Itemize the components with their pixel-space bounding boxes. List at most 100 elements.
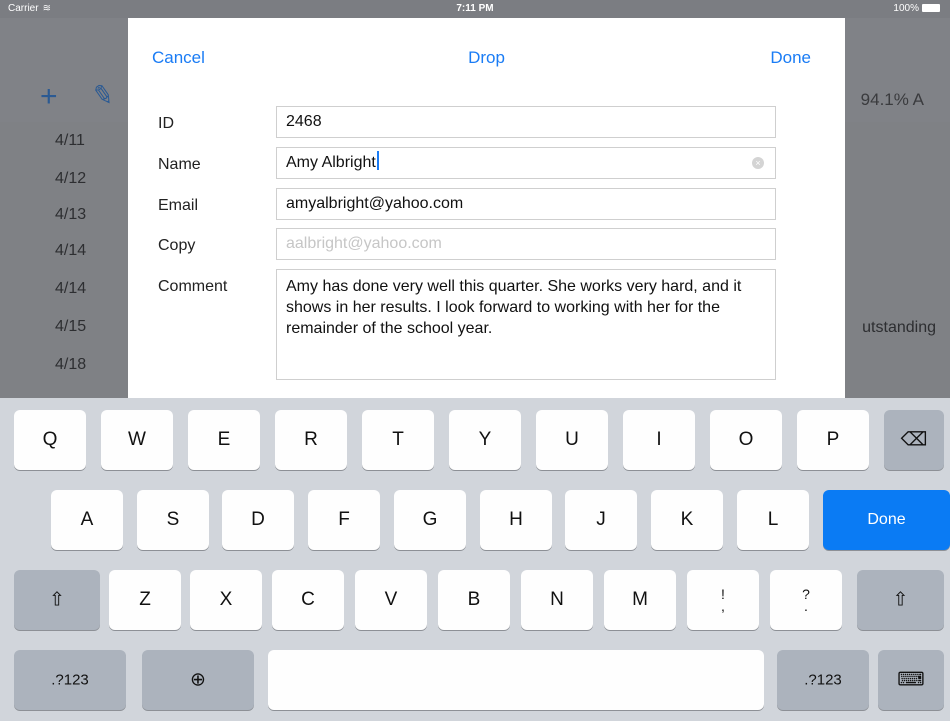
pencil-icon: ✎ <box>89 78 117 112</box>
add-icon: + <box>40 80 58 113</box>
date-cell: 4/15 <box>55 318 87 335</box>
background-comment-snippet: utstanding <box>862 319 936 336</box>
copy-placeholder: aalbright@yahoo.com <box>286 235 442 252</box>
key-label: Z <box>139 589 151 610</box>
key-f[interactable]: F <box>308 490 380 550</box>
copy-field[interactable]: aalbright@yahoo.com <box>276 228 776 260</box>
key-y[interactable]: Y <box>449 410 521 470</box>
comment-textarea[interactable]: Amy has done very well this quarter. She… <box>276 269 776 380</box>
status-bar: Carrier ≋ 7:11 PM 100% <box>0 0 950 18</box>
key-label: X <box>219 589 233 610</box>
key-c[interactable]: C <box>272 570 344 630</box>
key-label: A <box>80 509 94 530</box>
shift-icon: ⇧ <box>49 589 65 611</box>
email-value: amyalbright@yahoo.com <box>286 195 464 212</box>
key-label: O <box>738 429 754 450</box>
key-exclamation-comma[interactable]: !, <box>687 570 759 630</box>
key-label: C <box>301 589 315 610</box>
numbers-key-right[interactable]: .?123 <box>777 650 869 710</box>
date-cell: 4/13 <box>55 206 87 223</box>
key-p[interactable]: P <box>797 410 869 470</box>
key-label: P <box>826 429 840 450</box>
key-label: T <box>392 429 404 450</box>
battery-indicator: 100% <box>893 3 940 14</box>
numbers-key-left[interactable]: .?123 <box>14 650 126 710</box>
key-label: K <box>680 509 694 530</box>
key-label: .?123 <box>51 671 89 689</box>
modal-header: Cancel Drop Done <box>128 18 845 96</box>
key-q[interactable]: Q <box>14 410 86 470</box>
keyboard-done-key[interactable]: Done <box>823 490 950 550</box>
key-label: B <box>467 589 481 610</box>
key-l[interactable]: L <box>737 490 809 550</box>
key-z[interactable]: Z <box>109 570 181 630</box>
key-label: F <box>338 509 350 530</box>
comment-label: Comment <box>158 278 228 295</box>
key-question-period[interactable]: ?. <box>770 570 842 630</box>
id-value: 2468 <box>286 113 322 130</box>
email-label: Email <box>158 197 199 214</box>
dismiss-keyboard-key[interactable]: ⌨ <box>878 650 944 710</box>
key-o[interactable]: O <box>710 410 782 470</box>
shift-key-left[interactable]: ⇧ <box>14 570 100 630</box>
name-value: Amy Albright <box>286 154 376 171</box>
drop-modal: Cancel Drop Done ID 2468 Name Amy Albrig… <box>128 18 845 398</box>
keyboard-dismiss-icon: ⌨ <box>897 669 925 691</box>
text-cursor <box>376 151 379 170</box>
key-v[interactable]: V <box>355 570 427 630</box>
battery-icon <box>922 4 940 13</box>
battery-percent: 100% <box>893 3 919 14</box>
key-label: Done <box>867 511 906 528</box>
key-j[interactable]: J <box>565 490 637 550</box>
backspace-key[interactable]: ⌫ <box>884 410 944 470</box>
key-label: S <box>166 509 180 530</box>
key-i[interactable]: I <box>623 410 695 470</box>
globe-icon: ⊕ <box>190 669 206 691</box>
key-label: W <box>128 429 146 450</box>
key-label: M <box>632 589 648 610</box>
key-label: R <box>304 429 318 450</box>
key-label: L <box>767 509 779 530</box>
copy-label: Copy <box>158 237 196 254</box>
key-a[interactable]: A <box>51 490 123 550</box>
date-cell: 4/11 <box>55 132 85 149</box>
key-g[interactable]: G <box>394 490 466 550</box>
key-h[interactable]: H <box>480 490 552 550</box>
key-label-bottom: , <box>721 598 725 614</box>
name-field[interactable]: Amy Albright × <box>276 147 776 179</box>
key-x[interactable]: X <box>190 570 262 630</box>
key-label: D <box>251 509 265 530</box>
drop-button[interactable]: Drop <box>128 48 845 68</box>
done-button[interactable]: Done <box>770 48 811 68</box>
space-bar[interactable] <box>268 650 764 710</box>
key-w[interactable]: W <box>101 410 173 470</box>
status-time: 7:11 PM <box>456 3 494 14</box>
key-r[interactable]: R <box>275 410 347 470</box>
key-label: G <box>422 509 438 530</box>
key-k[interactable]: K <box>651 490 723 550</box>
key-n[interactable]: N <box>521 570 593 630</box>
key-u[interactable]: U <box>536 410 608 470</box>
key-d[interactable]: D <box>222 490 294 550</box>
backspace-icon: ⌫ <box>900 429 928 451</box>
shift-key-right[interactable]: ⇧ <box>857 570 944 630</box>
key-s[interactable]: S <box>137 490 209 550</box>
globe-key[interactable]: ⊕ <box>142 650 254 710</box>
key-t[interactable]: T <box>362 410 434 470</box>
id-field[interactable]: 2468 <box>276 106 776 138</box>
shift-icon: ⇧ <box>892 589 909 611</box>
key-m[interactable]: M <box>604 570 676 630</box>
name-label: Name <box>158 156 201 173</box>
key-label: J <box>596 509 606 530</box>
key-e[interactable]: E <box>188 410 260 470</box>
email-field[interactable]: amyalbright@yahoo.com <box>276 188 776 220</box>
key-label: V <box>384 589 398 610</box>
key-label: Y <box>478 429 492 450</box>
clear-text-icon[interactable]: × <box>752 157 764 169</box>
key-label: ?. <box>770 587 842 613</box>
date-cell: 4/14 <box>55 280 87 297</box>
key-b[interactable]: B <box>438 570 510 630</box>
key-label: H <box>509 509 523 530</box>
key-label: .?123 <box>804 671 842 689</box>
key-label: Q <box>42 429 58 450</box>
